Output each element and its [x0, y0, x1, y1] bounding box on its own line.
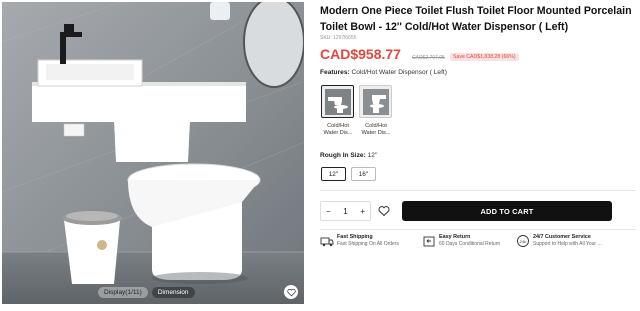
heart-icon: [378, 206, 390, 217]
size-option-16[interactable]: 16'': [351, 167, 376, 181]
return-icon: [423, 236, 435, 247]
product-price: CAD$958.77: [320, 46, 401, 62]
save-badge: Save CAD$1,838.28 (66%): [450, 53, 519, 61]
feature-option-2-caption: Cold/Hot Water Dis...: [361, 123, 391, 136]
benefit-easy-return: Easy Return 60 Days Conditional Return: [422, 234, 500, 248]
support-icon: 24h: [517, 235, 529, 247]
favorite-heart-button[interactable]: [284, 285, 298, 299]
product-image[interactable]: [2, 2, 304, 304]
feature-option-1-caption: Cold/Hot Water Dis...: [323, 123, 353, 136]
benefit-customer-service: 24h 24/7 Customer Service Support to Hel…: [516, 234, 602, 248]
features-label: Features:: [320, 69, 350, 76]
quantity-value[interactable]: 1: [343, 207, 347, 216]
decrease-quantity-button[interactable]: −: [326, 207, 331, 216]
benefit-title: Easy Return: [439, 234, 471, 240]
feature-option-2[interactable]: [359, 85, 392, 118]
feature-option-1[interactable]: [321, 85, 354, 118]
size-option-12[interactable]: 12'': [321, 167, 346, 181]
wishlist-button[interactable]: [376, 203, 392, 219]
rough-size-label: Rough In Size:: [320, 152, 366, 159]
divider: [320, 190, 636, 191]
benefit-title: Fast Shipping: [337, 234, 373, 240]
toilet-thumbnail-icon: [324, 88, 351, 115]
benefit-title: 24/7 Customer Service: [533, 234, 591, 240]
benefit-fast-shipping: Fast Shipping Fast Shipping On All Order…: [320, 234, 399, 248]
features-value: Cold/Hot Water Dispensor ( Left): [351, 69, 447, 76]
quantity-stepper: − 1 +: [320, 201, 371, 221]
svg-text:24h: 24h: [520, 239, 527, 244]
tab-dimension[interactable]: Dimension: [151, 287, 195, 298]
rough-size-label-row: Rough In Size: 12'': [320, 152, 378, 159]
benefit-desc: Support to Help with All Your ...: [533, 241, 602, 247]
tab-display[interactable]: Display(1/11): [98, 287, 148, 298]
gallery-tabs: Display(1/11) Dimension: [98, 287, 195, 298]
rough-size-value: 12'': [367, 152, 378, 159]
heart-icon: [286, 288, 296, 296]
features-label-row: Features: Cold/Hot Water Dispensor ( Lef…: [320, 69, 447, 76]
product-page: Display(1/11) Dimension Modern One Piece…: [0, 0, 640, 311]
benefit-desc: 60 Days Conditional Return: [439, 241, 501, 247]
benefit-desc: Fast Shipping On All Orders: [337, 241, 399, 247]
toilet-thumbnail-icon: [362, 88, 389, 115]
add-to-cart-button[interactable]: ADD TO CART: [402, 201, 612, 221]
increase-quantity-button[interactable]: +: [360, 207, 365, 216]
product-title: Modern One Piece Toilet Flush Toilet Flo…: [320, 5, 632, 33]
divider: [320, 229, 636, 230]
original-price: CAD$2,797.05: [412, 55, 445, 61]
product-sku: SKU: 1297l6655: [320, 35, 357, 41]
truck-icon: [320, 237, 334, 247]
